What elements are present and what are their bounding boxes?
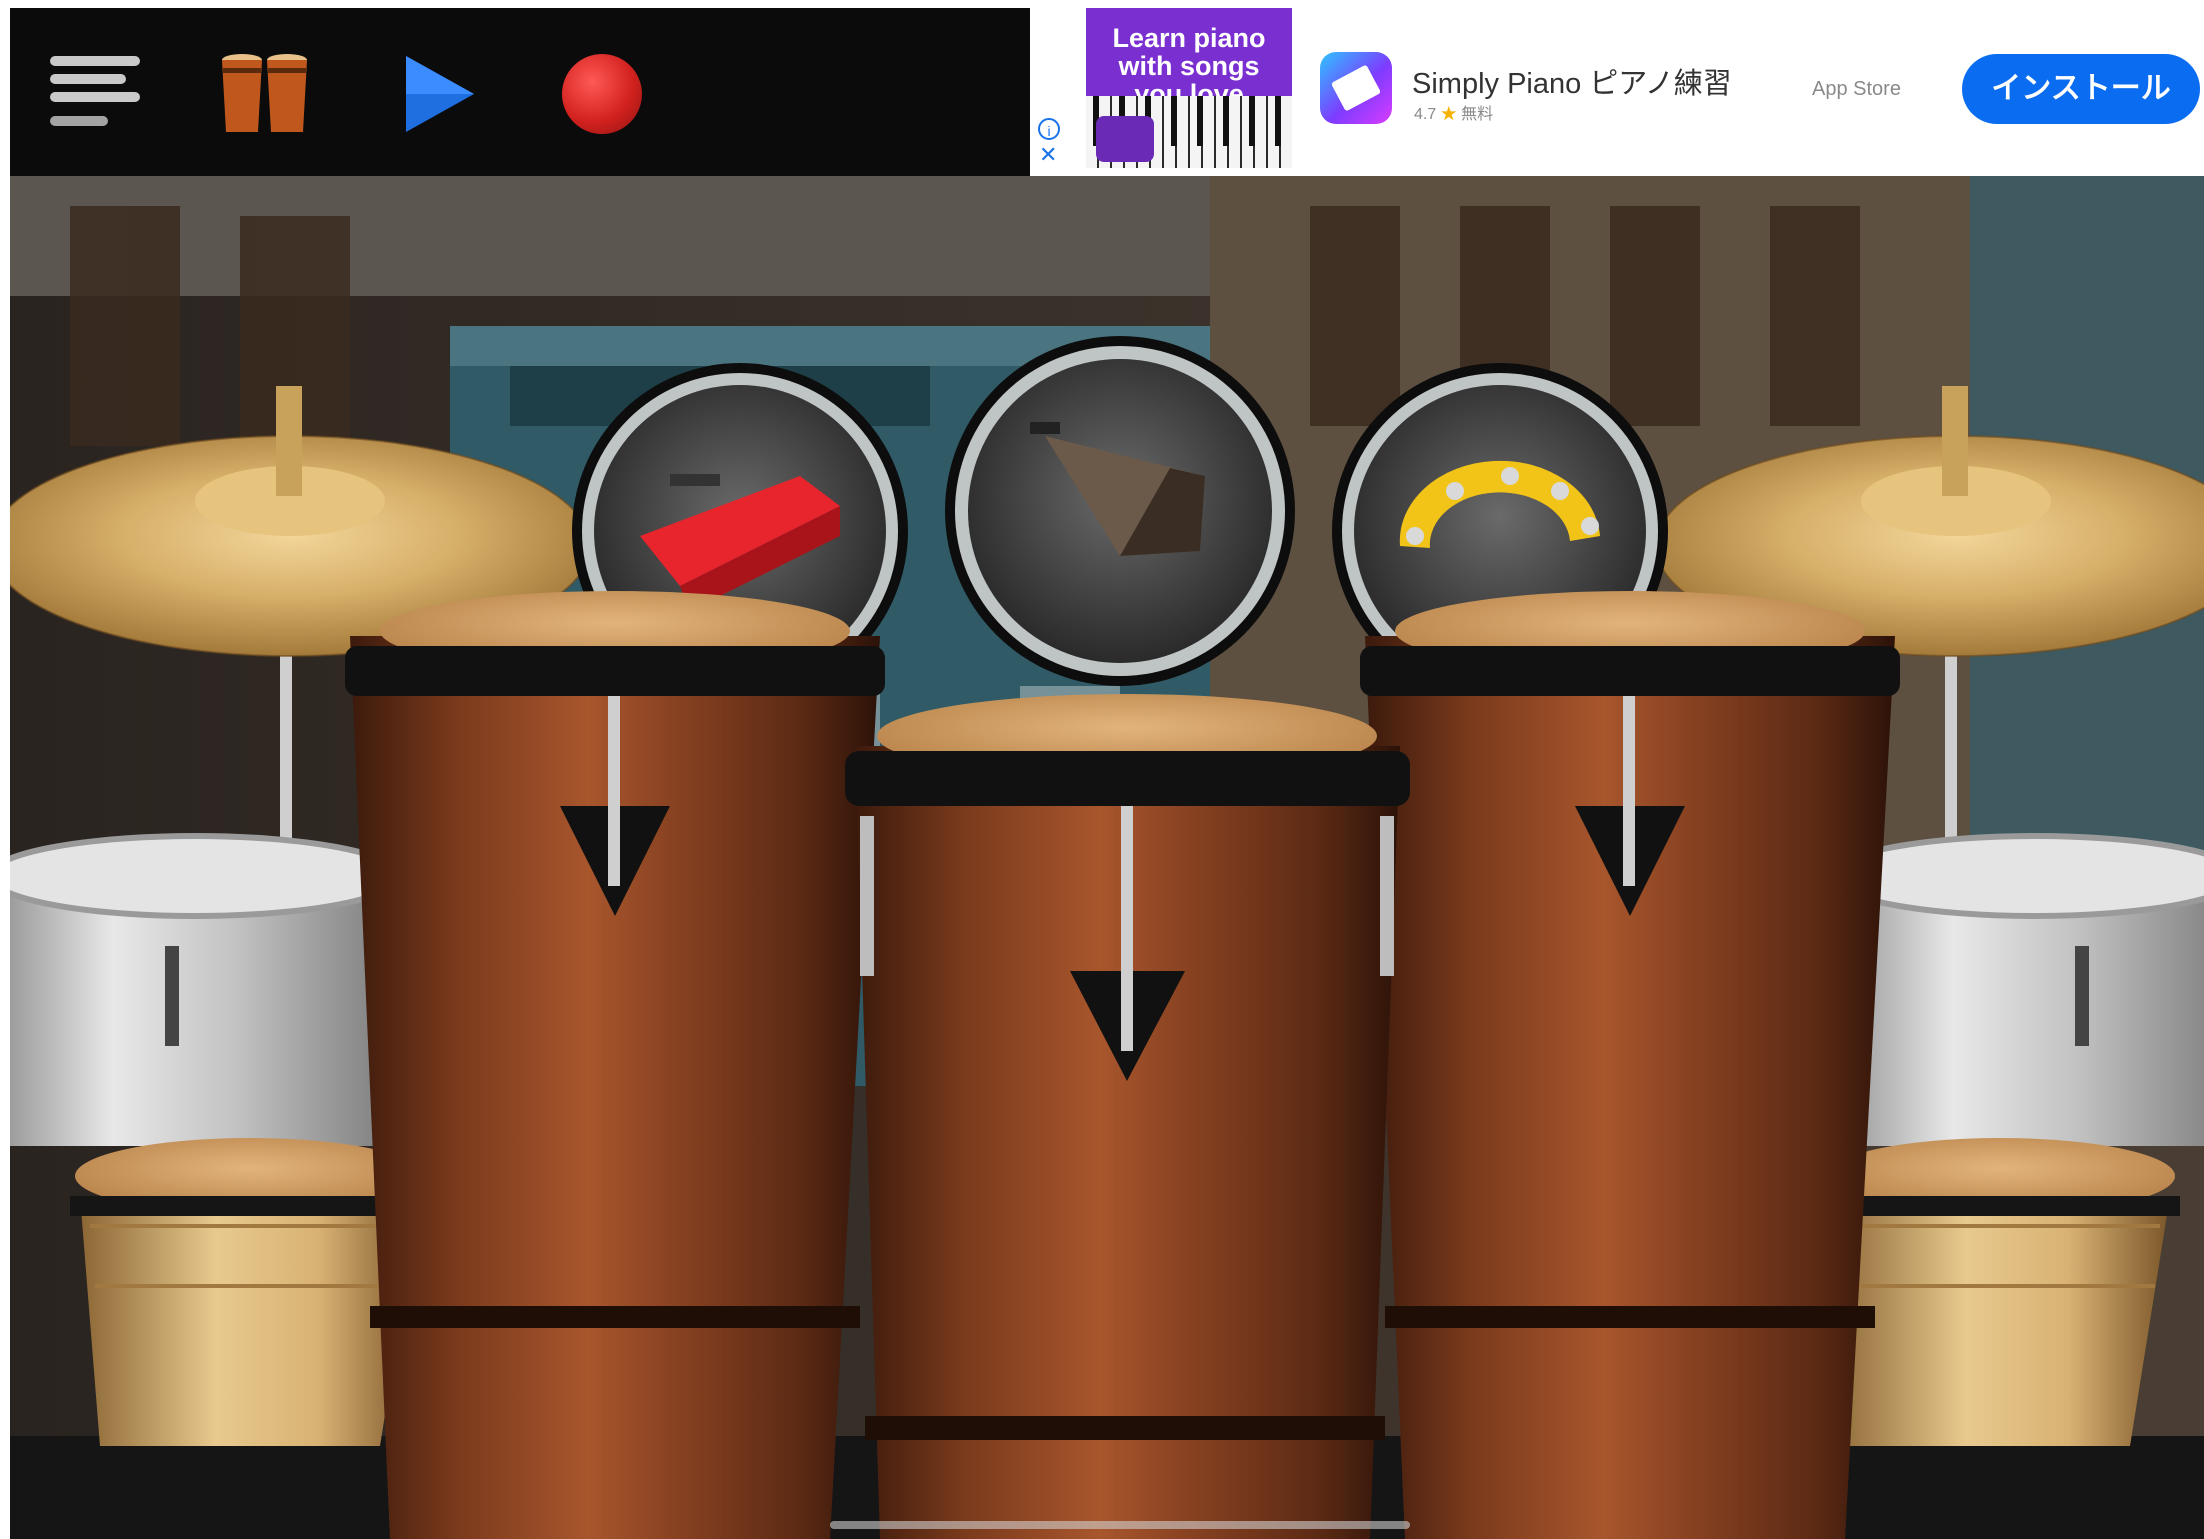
ad-store-label: App Store [1812, 78, 1901, 100]
right-timbale[interactable] [1827, 833, 2204, 1146]
award-badge-icon [1096, 116, 1154, 162]
ad-rating: 4.7 ★ 無料 [1414, 100, 1493, 124]
right-bongo[interactable] [1820, 1138, 2180, 1446]
ad-image[interactable]: Learn piano with songs you love [1086, 8, 1292, 168]
left-conga[interactable] [345, 591, 885, 1539]
ad-rating-value: 4.7 [1414, 106, 1437, 123]
conga-drums-icon[interactable] [220, 52, 310, 138]
jam-block-icon [670, 474, 720, 486]
simply-piano-app-icon[interactable] [1320, 52, 1392, 124]
star-icon: ★ [1440, 106, 1457, 123]
record-circle-icon[interactable] [562, 54, 642, 134]
hamburger-menu-icon[interactable] [50, 56, 140, 132]
right-conga[interactable] [1360, 591, 1900, 1539]
ad-close-icon[interactable]: ✕ [1039, 144, 1057, 166]
install-button[interactable]: インストール [1962, 54, 2200, 124]
ad-rating-extra: 無料 [1461, 106, 1494, 123]
ad-app-name: Simply Piano ピアノ練習 [1412, 68, 1732, 100]
home-indicator [830, 1521, 1410, 1529]
drum-kit-scene [10, 176, 2204, 1539]
ad-banner[interactable]: i ✕ Learn piano with songs you love Simp… [1030, 8, 2204, 176]
toolbar [10, 8, 1030, 176]
cowbell-pad[interactable] [945, 336, 1295, 686]
left-timbale[interactable] [10, 833, 403, 1146]
center-conga[interactable] [845, 694, 1410, 1539]
play-triangle-icon[interactable] [398, 52, 478, 136]
ad-info-icon[interactable]: i [1038, 118, 1060, 140]
game-screen: i ✕ Learn piano with songs you love Simp… [10, 8, 2204, 1539]
